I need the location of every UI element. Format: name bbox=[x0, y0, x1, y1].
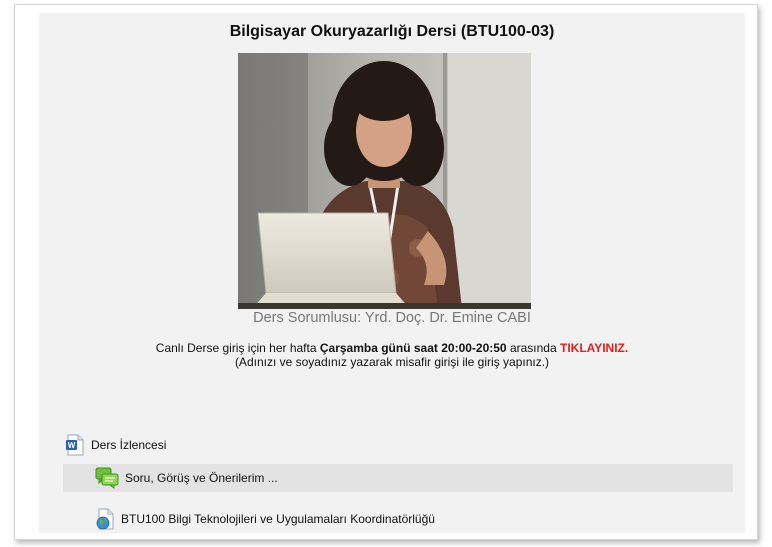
globe-page-icon bbox=[95, 508, 115, 530]
live-intro-text: Canlı Derse giriş için her hafta bbox=[155, 341, 320, 355]
live-session-link[interactable]: TIKLAYINIZ. bbox=[560, 341, 628, 355]
live-schedule: Çarşamba günü saat 20:00-20:50 bbox=[319, 341, 507, 355]
live-session-info: Canlı Derse giriş için her hafta Çarşamb… bbox=[39, 341, 745, 355]
course-frame: Bilgisayar Okuryazarlığı Dersi (BTU100-0… bbox=[14, 4, 758, 540]
live-middle-text: arasında bbox=[506, 341, 560, 355]
guest-login-note: (Adınızı ve soyadınız yazarak misafir gi… bbox=[234, 355, 550, 369]
instructor-name: Ders Sorumlusu: Yrd. Doç. Dr. Emine CABI bbox=[253, 310, 531, 326]
activity-syllabus[interactable]: W Ders İzlencesi bbox=[65, 433, 166, 457]
activity-feedback-label: Soru, Görüş ve Önerilerim ... bbox=[125, 471, 278, 485]
activity-syllabus-label: Ders İzlencesi bbox=[91, 438, 167, 452]
activity-coordination-link[interactable]: BTU100 Bilgi Teknolojileri ve Uygulamala… bbox=[95, 507, 435, 531]
course-content: Bilgisayar Okuryazarlığı Dersi (BTU100-0… bbox=[39, 13, 745, 533]
word-document-icon: W bbox=[65, 434, 85, 456]
instructor-photo bbox=[238, 53, 531, 309]
svg-text:W: W bbox=[68, 441, 76, 450]
activity-feedback-forum[interactable]: Soru, Görüş ve Önerilerim ... bbox=[63, 464, 733, 492]
activity-coordination-label: BTU100 Bilgi Teknolojileri ve Uygulamala… bbox=[121, 512, 435, 526]
forum-icon bbox=[95, 467, 119, 489]
course-title: Bilgisayar Okuryazarlığı Dersi (BTU100-0… bbox=[229, 23, 555, 40]
